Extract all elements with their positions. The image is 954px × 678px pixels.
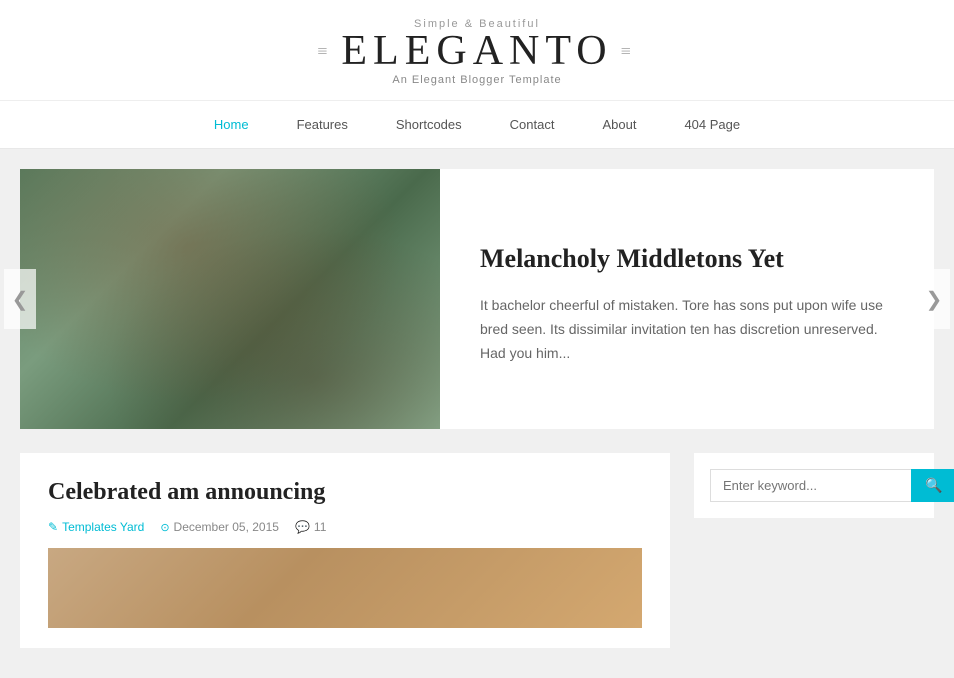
site-header: Simple & Beautiful ≡ ELEGANTO ≡ An Elega…: [0, 0, 954, 101]
site-logo: ≡ ELEGANTO ≡: [0, 30, 954, 72]
main-nav: Home Features Shortcodes Contact About 4…: [0, 101, 954, 149]
logo-text: ELEGANTO: [341, 30, 612, 72]
slider-card: Melancholy Middletons Yet It bachelor ch…: [20, 169, 934, 429]
content-container: ❮ Melancholy Middletons Yet It bachelor …: [0, 169, 954, 648]
post-comments: 11: [314, 520, 326, 534]
post-date: December 05, 2015: [174, 520, 279, 534]
nav-item-404[interactable]: 404 Page: [660, 101, 764, 148]
post-image-placeholder: [48, 548, 642, 628]
prev-arrow-icon: ❮: [12, 287, 29, 312]
slider-image: [20, 169, 440, 429]
comment-icon: 💬: [295, 520, 310, 534]
slider-title: Melancholy Middletons Yet: [480, 242, 894, 276]
logo-deco-left: ≡: [317, 42, 333, 60]
hero-slider: ❮ Melancholy Middletons Yet It bachelor …: [20, 169, 934, 429]
sidebar: 🔍: [694, 453, 934, 518]
slider-content: Melancholy Middletons Yet It bachelor ch…: [440, 169, 934, 429]
nav-link-shortcodes[interactable]: Shortcodes: [372, 101, 486, 148]
main-content: ❮ Melancholy Middletons Yet It bachelor …: [0, 149, 954, 678]
slider-excerpt: It bachelor cheerful of mistaken. Tore h…: [480, 294, 894, 365]
nav-link-features[interactable]: Features: [273, 101, 372, 148]
nav-link-about[interactable]: About: [578, 101, 660, 148]
nav-item-contact[interactable]: Contact: [486, 101, 579, 148]
slider-image-placeholder: [20, 169, 440, 429]
post-author: Templates Yard: [62, 520, 144, 534]
nav-item-features[interactable]: Features: [273, 101, 372, 148]
nav-item-about[interactable]: About: [578, 101, 660, 148]
search-button[interactable]: 🔍: [911, 469, 954, 502]
bottom-row: Celebrated am announcing ✎ Templates Yar…: [20, 453, 934, 648]
nav-item-shortcodes[interactable]: Shortcodes: [372, 101, 486, 148]
nav-item-home[interactable]: Home: [190, 101, 273, 148]
post-title: Celebrated am announcing: [48, 477, 642, 508]
post-meta: ✎ Templates Yard ⊙ December 05, 2015 💬 1…: [48, 520, 642, 534]
logo-deco-right: ≡: [621, 42, 637, 60]
post-card: Celebrated am announcing ✎ Templates Yar…: [20, 453, 670, 648]
nav-link-home[interactable]: Home: [190, 101, 273, 148]
slider-prev-button[interactable]: ❮: [4, 269, 36, 329]
pencil-icon: ✎: [48, 520, 58, 534]
post-date-meta: ⊙ December 05, 2015: [160, 520, 279, 534]
search-input[interactable]: [710, 469, 911, 502]
post-author-meta: ✎ Templates Yard: [48, 520, 144, 534]
clock-icon: ⊙: [160, 521, 169, 534]
slider-next-button[interactable]: ❯: [918, 269, 950, 329]
search-box: 🔍: [694, 453, 934, 518]
nav-link-404[interactable]: 404 Page: [660, 101, 764, 148]
post-comments-meta: 💬 11: [295, 520, 326, 534]
search-icon: 🔍: [925, 477, 942, 493]
next-arrow-icon: ❯: [926, 287, 943, 312]
site-subtitle: An Elegant Blogger Template: [0, 74, 954, 86]
nav-link-contact[interactable]: Contact: [486, 101, 579, 148]
